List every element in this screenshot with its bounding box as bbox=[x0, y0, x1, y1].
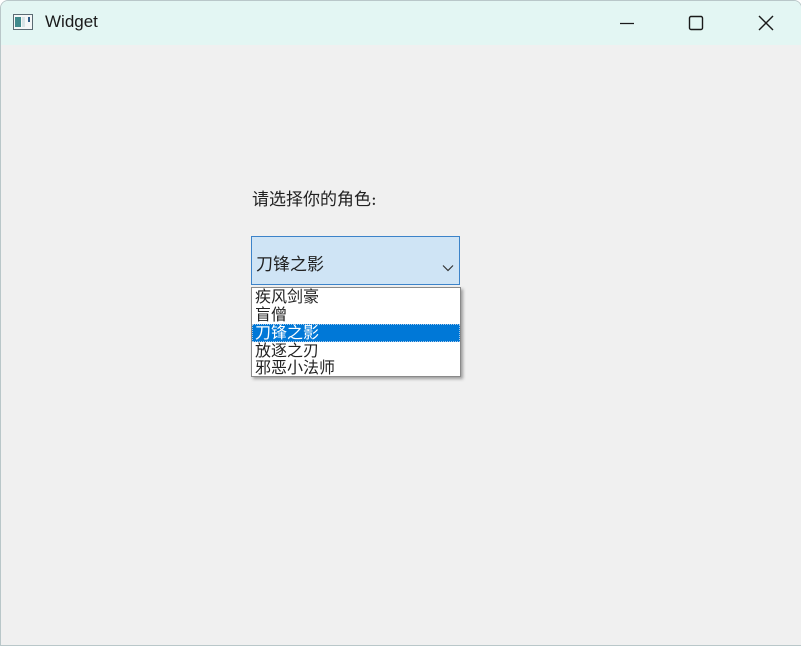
maximize-button[interactable] bbox=[661, 1, 729, 45]
dropdown-option-0[interactable]: 疾风剑豪 bbox=[252, 288, 460, 306]
close-icon bbox=[758, 15, 774, 31]
role-combobox[interactable]: 刀锋之影 bbox=[251, 236, 460, 285]
dropdown-option-1[interactable]: 盲僧 bbox=[252, 306, 460, 324]
minimize-icon bbox=[620, 22, 634, 25]
chevron-down-icon[interactable] bbox=[442, 257, 454, 276]
close-button[interactable] bbox=[732, 1, 800, 45]
app-window: Widget 请选择你的角色: 刀锋之影 疾风剑豪 盲僧 刀锋之影 放逐之刃 邪… bbox=[0, 0, 801, 646]
dropdown-option-2-selected[interactable]: 刀锋之影 bbox=[252, 324, 460, 342]
app-window-icon bbox=[13, 14, 33, 30]
window-title: Widget bbox=[45, 12, 98, 31]
dropdown-option-4[interactable]: 邪恶小法师 bbox=[252, 359, 460, 377]
minimize-button[interactable] bbox=[593, 1, 661, 45]
combobox-selected-value: 刀锋之影 bbox=[256, 255, 324, 275]
title-bar[interactable]: Widget bbox=[1, 1, 801, 45]
maximize-icon bbox=[688, 15, 704, 31]
role-prompt-label: 请选择你的角色: bbox=[252, 190, 377, 210]
combobox-dropdown-list: 疾风剑豪 盲僧 刀锋之影 放逐之刃 邪恶小法师 bbox=[251, 287, 461, 377]
